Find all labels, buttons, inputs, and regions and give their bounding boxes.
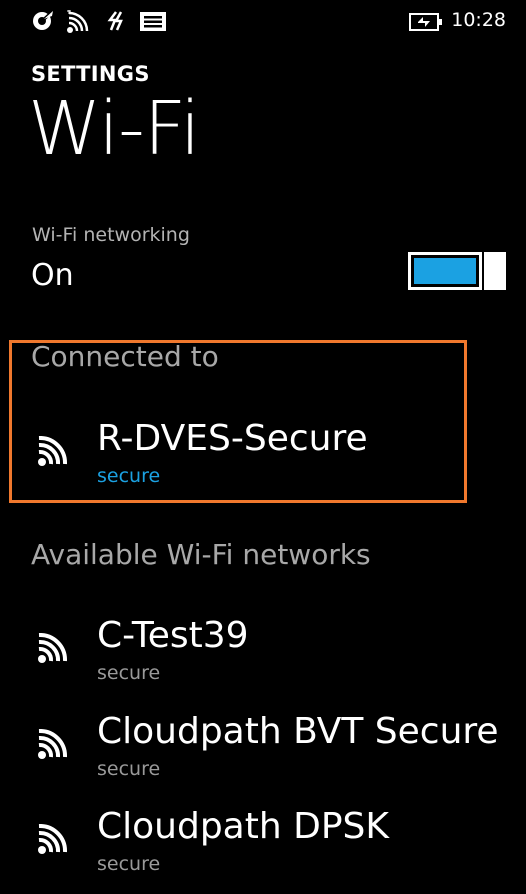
network-status: secure xyxy=(97,758,161,780)
status-bar: 10:28 xyxy=(0,0,526,44)
app-title: SETTINGS xyxy=(31,62,150,86)
location-icon xyxy=(33,10,54,30)
connected-network-item[interactable]: R-DVES-Secure secure xyxy=(0,418,526,506)
wifi-signal-icon xyxy=(38,729,68,759)
network-item[interactable]: C-Test39 secure xyxy=(0,615,526,703)
toggle-thumb[interactable] xyxy=(484,252,506,290)
clock: 10:28 xyxy=(451,9,506,31)
network-name: C-Test39 xyxy=(97,615,249,656)
wifi-signal-icon xyxy=(38,436,68,466)
network-name: Cloudpath DPSK xyxy=(97,806,390,847)
network-status: secure xyxy=(97,853,161,875)
network-item[interactable]: Cloudpath DPSK secure xyxy=(0,806,526,894)
toggle-fill xyxy=(414,258,476,284)
signal-strength-icon xyxy=(67,10,89,33)
network-name: Cloudpath BVT Secure xyxy=(97,711,499,752)
wifi-signal-icon xyxy=(38,633,68,663)
wifi-toggle-label: Wi-Fi networking xyxy=(32,224,190,246)
connected-header: Connected to xyxy=(31,340,219,373)
network-name: R-DVES-Secure xyxy=(97,418,368,459)
wifi-signal-icon xyxy=(38,824,68,854)
network-status: secure xyxy=(97,662,161,684)
page-title: Wi-Fi xyxy=(28,86,201,172)
network-status: secure xyxy=(97,465,161,487)
wifi-toggle-switch[interactable] xyxy=(408,252,506,290)
notification-icon xyxy=(140,12,166,31)
data-connection-icon xyxy=(107,11,123,31)
available-networks-header: Available Wi-Fi networks xyxy=(31,538,371,571)
battery-charging-icon xyxy=(409,13,442,31)
wifi-toggle-state[interactable]: On xyxy=(31,258,74,293)
network-item[interactable]: Cloudpath BVT Secure secure xyxy=(0,711,526,799)
